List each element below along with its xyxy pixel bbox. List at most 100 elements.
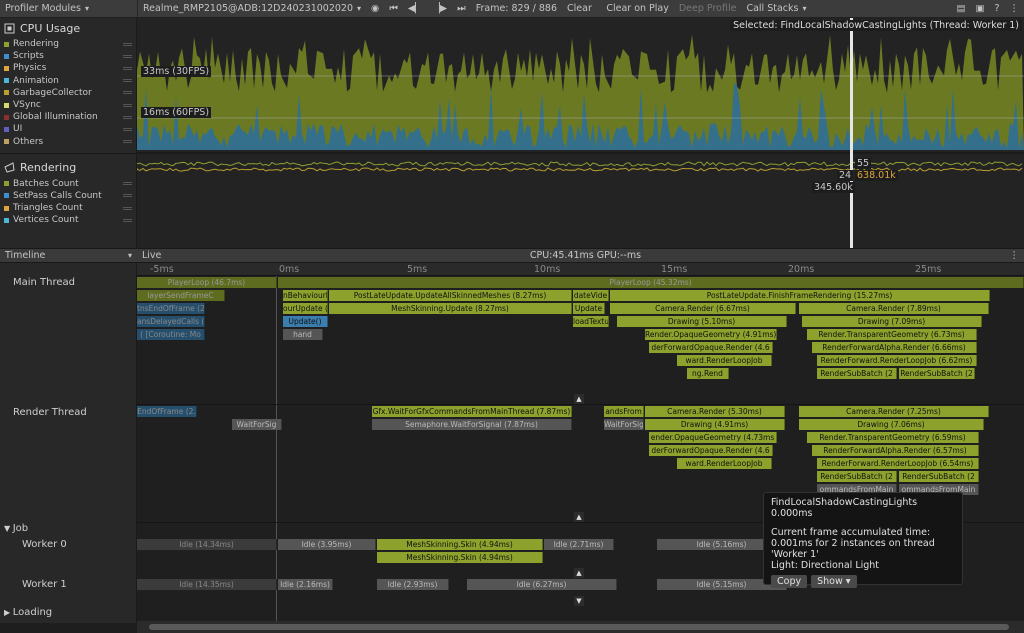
bar[interactable]: Drawing (4.91ms) [645, 419, 785, 430]
worker0-label[interactable]: Worker 0 [22, 539, 67, 550]
drag-handle-icon[interactable] [123, 182, 132, 186]
bar[interactable]: ( [Coroutine: Mo [137, 329, 205, 340]
drag-handle-icon[interactable] [123, 127, 132, 131]
legend-item[interactable]: Batches Count [0, 178, 136, 190]
bar[interactable]: ender.OpaqueGeometry (4.73ms [649, 432, 777, 443]
drag-handle-icon[interactable] [123, 218, 132, 222]
worker1-label[interactable]: Worker 1 [22, 579, 67, 590]
legend-item[interactable]: SetPass Calls Count [0, 190, 136, 202]
bar[interactable]: Drawing (7.06ms) [799, 419, 984, 430]
bar[interactable]: ward.RenderLoopJob [677, 458, 772, 469]
drag-handle-icon[interactable] [123, 91, 132, 95]
legend-item[interactable]: Physics [0, 62, 136, 74]
loading-group[interactable]: ▶ Loading [4, 607, 52, 618]
bar[interactable]: Idle (6.27ms) [467, 579, 617, 590]
bar[interactable]: ward.RenderLoopJob [677, 355, 772, 366]
drag-handle-icon[interactable] [123, 54, 132, 58]
bar[interactable]: RenderForwardAlpha.Render (6.57ms) [812, 445, 979, 456]
bar[interactable]: RenderSubBatch (2 [817, 368, 897, 379]
horizontal-scrollbar[interactable] [137, 621, 1024, 633]
bar[interactable]: ansDelayedCalls ( [137, 316, 205, 327]
legend-item[interactable]: GarbageCollector [0, 87, 136, 99]
first-frame-icon[interactable]: ⏮ [384, 0, 403, 18]
bar[interactable]: derForwardOpaque.Render (4.6 [649, 342, 773, 353]
bar[interactable]: RenderSubBatch (2 [899, 471, 979, 482]
rendering-module-header[interactable]: Rendering [0, 158, 136, 178]
legend-item[interactable]: Global Illumination [0, 111, 136, 123]
last-frame-icon[interactable]: ⏭ [452, 0, 471, 18]
cpu-usage-chart[interactable]: 33ms (30FPS) 16ms (60FPS) Selected: Find… [136, 18, 1024, 248]
bar[interactable]: dateVide [573, 290, 609, 301]
bar[interactable]: Semaphore.WaitForSignal (7.87ms) [372, 419, 572, 430]
scrollbar-thumb[interactable] [149, 624, 1009, 630]
bar[interactable]: EndOfFrame (2. [137, 406, 197, 417]
bar[interactable]: Update() [283, 316, 328, 327]
bar[interactable]: hand [283, 329, 323, 340]
bar[interactable]: layerSendFrameC [137, 290, 225, 301]
copy-button[interactable]: Copy [771, 575, 808, 588]
bar[interactable]: Idle (14.34ms) [137, 539, 277, 550]
bar[interactable]: RenderForward.RenderLoopJob (6.54ms) [817, 458, 979, 469]
live-toggle[interactable]: Live [137, 247, 166, 265]
bar[interactable]: RenderForwardAlpha.Render (6.66ms) [812, 342, 977, 353]
expand-worker1-icon[interactable]: ▼ [574, 596, 584, 606]
target-dropdown[interactable]: Realme_RMP2105@ADB:12D240231002020 [138, 0, 366, 18]
record-icon[interactable]: ◉ [366, 0, 384, 18]
collapse-render-icon[interactable]: ▲ [574, 512, 584, 522]
legend-item[interactable]: VSync [0, 99, 136, 111]
legend-item[interactable]: Vertices Count [0, 214, 136, 226]
bar[interactable]: PostLateUpdate.UpdateAllSkinnedMeshes (8… [329, 290, 572, 301]
job-group[interactable]: ▼ Job [4, 523, 28, 534]
menu-icon[interactable]: ⋮ [1005, 0, 1024, 18]
bar[interactable]: Gfx.WaitForGfxCommandsFromMainThread (7.… [372, 406, 572, 417]
bar[interactable]: Camera.Render (5.30ms) [645, 406, 785, 417]
call-stacks-dropdown[interactable]: Call Stacks [741, 0, 811, 18]
legend-item[interactable]: Triangles Count [0, 202, 136, 214]
drag-handle-icon[interactable] [123, 140, 132, 144]
bar[interactable]: PlayerLoop (45.32ms) [278, 277, 1024, 288]
bar[interactable]: Render.TransparentGeometry (6.59ms) [807, 432, 979, 443]
bar[interactable]: Idle (3.95ms) [278, 539, 376, 550]
bar[interactable]: RenderSubBatch (2 [899, 368, 975, 379]
bar[interactable]: ng.Rend [687, 368, 729, 379]
render-thread-label[interactable]: Render Thread [13, 407, 87, 418]
bar[interactable]: Idle (14.35ms) [137, 579, 277, 590]
bar[interactable]: ourUpdate ( [283, 303, 328, 314]
legend-item[interactable]: Others [0, 136, 136, 148]
main-thread-label[interactable]: Main Thread [13, 277, 75, 288]
bar[interactable]: WaitForSig [604, 419, 644, 430]
drag-handle-icon[interactable] [123, 103, 132, 107]
bar[interactable]: Idle (2.93ms) [377, 579, 449, 590]
drag-handle-icon[interactable] [123, 206, 132, 210]
show-dropdown[interactable]: Show ▾ [811, 575, 857, 588]
deep-profile-button[interactable]: Deep Profile [674, 0, 742, 18]
drag-handle-icon[interactable] [123, 194, 132, 198]
bar[interactable]: PlayerLoop (46.7ms) [137, 277, 277, 288]
frame-cursor[interactable] [850, 18, 853, 248]
load-icon[interactable]: ▤ [951, 0, 970, 18]
bar[interactable]: Drawing (5.10ms) [617, 316, 787, 327]
bar[interactable]: Camera.Render (7.89ms) [799, 303, 989, 314]
bar[interactable]: MeshSkinning.Update (8.27ms) [329, 303, 572, 314]
drag-handle-icon[interactable] [123, 79, 132, 83]
bar[interactable]: Idle (2.71ms) [544, 539, 614, 550]
bar[interactable]: Idle (2.16ms) [278, 579, 333, 590]
legend-item[interactable]: Scripts [0, 50, 136, 62]
bar[interactable]: nBehaviourl [283, 290, 328, 301]
bar[interactable]: loadTextu [573, 316, 609, 327]
bar[interactable]: andsFrom [604, 406, 644, 417]
step-back-icon[interactable]: ◀▏ [403, 0, 428, 18]
bar[interactable]: MeshSkinning.Skin (4.94ms) [377, 539, 543, 550]
clear-button[interactable]: Clear [562, 0, 597, 18]
help-icon[interactable]: ? [989, 0, 1004, 18]
collapse-worker0-icon[interactable]: ▲ [574, 568, 584, 578]
view-dropdown[interactable]: Timeline [0, 247, 137, 265]
legend-item[interactable]: Animation [0, 75, 136, 87]
bar[interactable]: MeshSkinning.Skin (4.94ms) [377, 552, 543, 563]
bar[interactable]: derForwardOpaque.Render (4.6 [649, 445, 773, 456]
clear-on-play-button[interactable]: Clear on Play [601, 0, 674, 18]
timeline-menu-icon[interactable]: ⋮ [1005, 247, 1024, 265]
bar[interactable]: Update [573, 303, 605, 314]
cpu-module-header[interactable]: CPU Usage [0, 18, 136, 38]
save-icon[interactable]: ▣ [970, 0, 989, 18]
